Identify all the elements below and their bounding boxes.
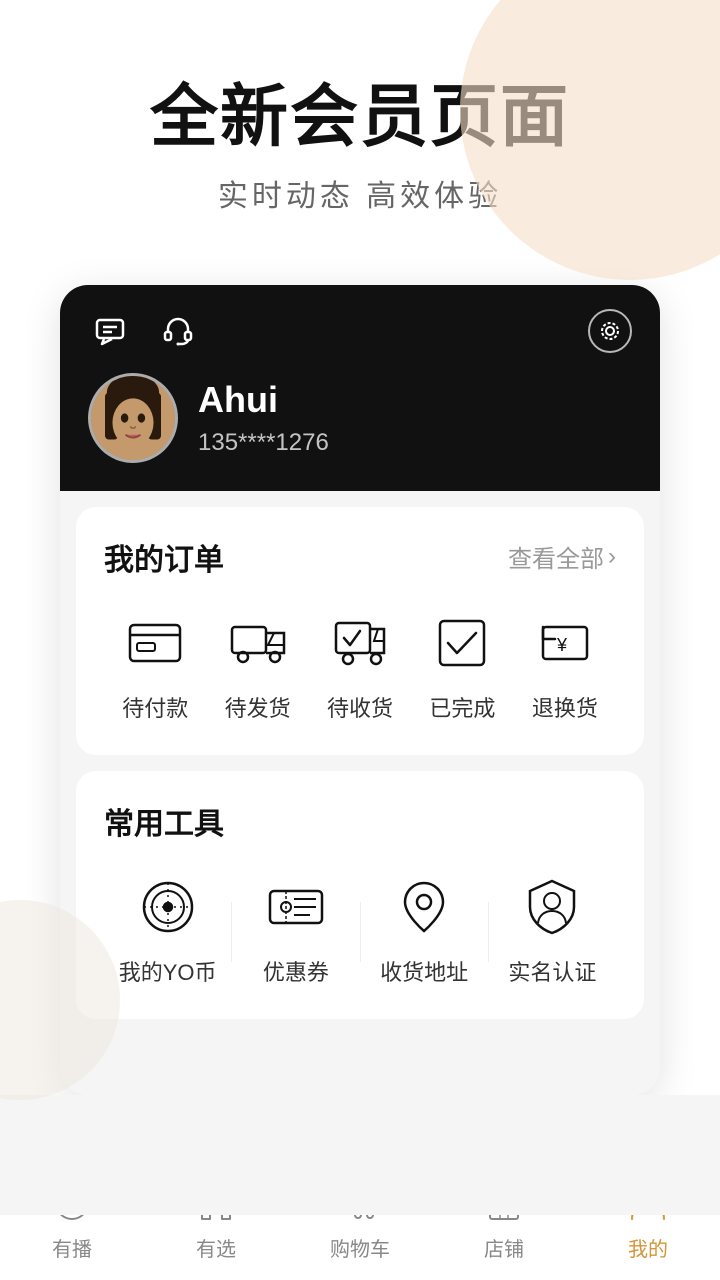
mockup-spacer — [60, 1035, 660, 1095]
orders-card-header: 我的订单 查看全部 › — [104, 535, 616, 579]
tools-card-header: 常用工具 — [104, 799, 616, 843]
tools-title: 常用工具 — [104, 799, 224, 843]
tool-item-coupon[interactable]: 优惠券 — [232, 871, 359, 987]
tools-card: 常用工具 我的 — [76, 771, 644, 1019]
address-label: 收货地址 — [380, 955, 468, 987]
cards-section: 我的订单 查看全部 › — [60, 491, 660, 1035]
tool-item-address[interactable]: 收货地址 — [361, 871, 488, 987]
orders-card: 我的订单 查看全部 › — [76, 507, 644, 755]
coupon-label: 优惠券 — [263, 955, 329, 987]
tool-item-verify[interactable]: 实名认证 — [489, 871, 616, 987]
delivery-label: 待收货 — [327, 691, 393, 723]
payment-icon — [119, 607, 191, 679]
address-icon — [388, 871, 460, 943]
view-all-orders[interactable]: 查看全部 › — [508, 539, 616, 574]
orders-icons-row: 待付款 待发货 — [104, 607, 616, 723]
ship-icon — [222, 607, 294, 679]
headset-icon[interactable] — [156, 309, 200, 353]
svg-text:¥: ¥ — [556, 635, 568, 655]
scan-icon[interactable] — [588, 309, 632, 353]
order-item-ship[interactable]: 待发货 — [206, 607, 308, 723]
page-bottom-pad — [0, 1095, 720, 1215]
yo-coin-icon — [132, 871, 204, 943]
payment-label: 待付款 — [122, 691, 188, 723]
profile-info: Ahui 135****1276 — [88, 373, 632, 463]
ship-label: 待发货 — [225, 691, 291, 723]
verify-icon — [516, 871, 588, 943]
order-item-return[interactable]: ¥ 退换货 — [514, 607, 616, 723]
icon-left-group — [88, 309, 200, 353]
tools-grid: 我的YO币 — [104, 871, 616, 987]
user-phone: 135****1276 — [198, 429, 329, 457]
delivery-icon — [324, 607, 396, 679]
avatar[interactable] — [88, 373, 178, 463]
message-icon[interactable] — [88, 309, 132, 353]
order-item-payment[interactable]: 待付款 — [104, 607, 206, 723]
orders-title: 我的订单 — [104, 535, 224, 579]
order-item-complete[interactable]: 已完成 — [411, 607, 513, 723]
profile-top-icons — [88, 309, 632, 353]
tool-item-yo-coin[interactable]: 我的YO币 — [104, 871, 231, 987]
order-item-delivery[interactable]: 待收货 — [309, 607, 411, 723]
complete-label: 已完成 — [429, 691, 495, 723]
verify-label: 实名认证 — [508, 955, 596, 987]
profile-header: Ahui 135****1276 — [60, 285, 660, 491]
return-icon: ¥ — [529, 607, 601, 679]
user-info: Ahui 135****1276 — [198, 379, 329, 457]
user-name: Ahui — [198, 379, 329, 421]
phone-mockup: Ahui 135****1276 我的订单 查看全部 › — [60, 285, 660, 1095]
return-label: 退换货 — [532, 691, 598, 723]
complete-icon — [426, 607, 498, 679]
coupon-icon — [260, 871, 332, 943]
yo-coin-label: 我的YO币 — [119, 955, 217, 987]
